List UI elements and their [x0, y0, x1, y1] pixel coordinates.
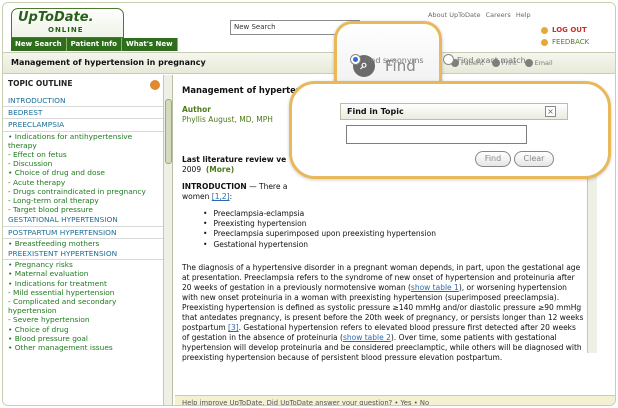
find-input[interactable] [346, 125, 527, 144]
intro-paragraph: INTRODUCTION — There a women [1,2]: [182, 182, 582, 202]
logout-label: LOG OUT [552, 26, 587, 34]
show-table-1-link[interactable]: show table 1 [411, 283, 459, 292]
outline-item[interactable]: - Long-term oral therapy [3, 196, 163, 205]
list-item: Preeclampsia-eclampsia [203, 209, 436, 219]
outline-item[interactable]: • Indications for antihypertensive thera… [3, 132, 163, 150]
outline-item[interactable]: • Choice of drug [3, 325, 163, 334]
outline-section[interactable]: GESTATIONAL HYPERTENSION [3, 214, 163, 227]
outline-heading: TOPIC OUTLINE [3, 79, 172, 93]
outline-section[interactable]: PREECLAMPSIA [3, 119, 163, 132]
find-exact-radio[interactable]: Find exact match [443, 54, 526, 65]
logout-link[interactable]: LOG OUT [541, 26, 587, 34]
outline-item[interactable]: - Acute therapy [3, 178, 163, 187]
author-label: Author [182, 105, 211, 114]
feedback-label: FEEDBACK [552, 38, 590, 46]
outline-item[interactable]: - Complicated and secondary hypertension [3, 297, 163, 315]
intro-label: INTRODUCTION [182, 182, 247, 191]
scrollbar-thumb[interactable] [165, 99, 172, 164]
intro-line2: women [182, 192, 212, 201]
ref-link[interactable]: [3] [228, 323, 239, 332]
outline-item[interactable]: • Blood pressure goal [3, 334, 163, 343]
outline-section[interactable]: BEDREST [3, 107, 163, 120]
header: UpToDate. ONLINE New Search About UpToDa… [3, 3, 615, 51]
nav-patient-info[interactable]: Patient Info [66, 38, 122, 51]
email-label: Email [534, 59, 553, 67]
feedback-bar: Help improve UpToDate. Did UpToDate answ… [175, 395, 615, 405]
outline-item[interactable]: • Pregnancy risks [3, 260, 163, 269]
outline-section[interactable]: INTRODUCTION [3, 95, 163, 108]
outline-item[interactable]: - Discussion [3, 159, 163, 168]
app-window: UpToDate. ONLINE New Search About UpToDa… [2, 2, 616, 406]
ref-link[interactable]: [1,2] [212, 192, 230, 201]
outline-item[interactable]: • Breastfeeding mothers [3, 239, 163, 248]
uptodate-logo[interactable]: UpToDate. ONLINE [11, 8, 124, 38]
body-paragraph: The diagnosis of a hypertensive disorder… [182, 263, 584, 363]
nav-new-search[interactable]: New Search [11, 38, 67, 51]
about-link[interactable]: About UpToDate [428, 11, 481, 19]
outline-item[interactable]: • Maternal evaluation [3, 269, 163, 278]
list-item: Gestational hypertension [203, 240, 436, 250]
dialog-title: Find in Topic [340, 103, 568, 120]
outline-list: INTRODUCTION BEDREST PREECLAMPSIA • Indicat… [3, 95, 163, 352]
radio-icon [443, 54, 454, 65]
clear-button[interactable]: Clear [514, 151, 554, 167]
show-table-2-link[interactable]: show table 2 [343, 333, 391, 342]
sidebar-scrollbar[interactable] [163, 75, 172, 405]
collapse-icon[interactable] [150, 80, 160, 90]
outline-heading-label: TOPIC OUTLINE [8, 79, 73, 88]
review-date: 2009 (More) [182, 165, 234, 174]
outline-item[interactable]: - Severe hypertension [3, 315, 163, 324]
email-icon [524, 59, 533, 67]
feedback-link[interactable]: FEEDBACK [541, 38, 589, 46]
outline-item[interactable]: - Effect on fetus [3, 150, 163, 159]
author-name[interactable]: Phyllis August, MD, MPH [182, 115, 273, 124]
bullet-list: Preeclampsia-eclampsia Preexisting hyper… [203, 209, 436, 250]
page-title: Management of hypertension in pregnancy [11, 58, 206, 67]
careers-link[interactable]: Careers [486, 11, 511, 19]
topic-outline-sidebar: TOPIC OUTLINE INTRODUCTION BEDREST PREECLA… [3, 75, 173, 405]
radio-label: Find exact match [457, 56, 526, 65]
find-button[interactable]: Find [475, 151, 511, 167]
logo-subtext: ONLINE [48, 26, 84, 34]
outline-item[interactable]: • Indications for treatment [3, 279, 163, 288]
arrow-icon [541, 38, 548, 46]
help-link[interactable]: Help [516, 11, 531, 19]
outline-section[interactable]: PREEXISTENT HYPERTENSION [3, 248, 163, 261]
top-links: About UpToDate Careers Help [428, 11, 534, 19]
radio-icon [350, 54, 361, 65]
intro-text: — There a [246, 182, 288, 191]
find-synonyms-radio[interactable]: Find synonyms [350, 54, 424, 65]
outline-item[interactable]: • Other management issues [3, 343, 163, 352]
nav-whats-new[interactable]: What's New [121, 38, 178, 51]
outline-item[interactable]: • Choice of drug and dose [3, 168, 163, 177]
list-item: Preexisting hypertension [203, 219, 436, 229]
radio-label: Find synonyms [364, 56, 424, 65]
outline-item[interactable]: - Drugs contraindicated in pregnancy [3, 187, 163, 196]
email-button[interactable]: Email [524, 59, 553, 67]
logo-text: UpToDate. [18, 10, 94, 25]
last-review-label: Last literature review ve [182, 155, 287, 164]
close-icon[interactable]: × [545, 106, 556, 117]
more-link[interactable]: (More) [206, 165, 234, 174]
intro-line2-end: : [229, 192, 233, 201]
outline-section[interactable]: POSTPARTUM HYPERTENSION [3, 227, 163, 239]
outline-item[interactable]: - Target blood pressure [3, 205, 163, 214]
review-year: 2009 [182, 165, 202, 174]
arrow-icon [541, 26, 548, 34]
main-nav: New Search Patient Info What's New [11, 38, 178, 51]
list-item: Preeclampsia superimposed upon preexisti… [203, 229, 436, 239]
outline-item[interactable]: - Mild essential hypertension [3, 288, 163, 297]
